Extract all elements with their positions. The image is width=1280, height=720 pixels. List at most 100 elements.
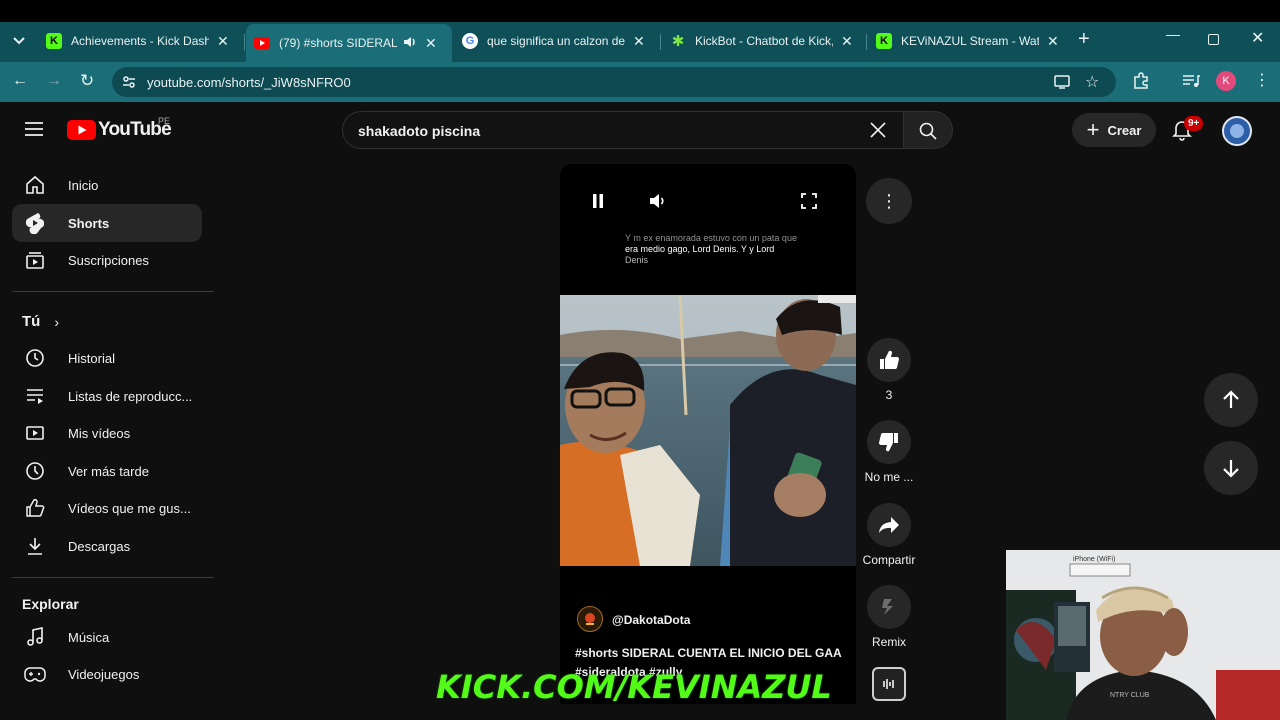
reload-icon[interactable]: ↻ xyxy=(80,71,94,91)
channel-avatar[interactable] xyxy=(577,606,603,632)
share-icon xyxy=(867,503,911,547)
remix-icon xyxy=(867,585,911,629)
tab-kevinazul-stream[interactable]: K KEViNAZUL Stream - Watch ✕ xyxy=(868,24,1072,58)
hamburger-menu-icon[interactable] xyxy=(24,121,44,142)
site-info-icon[interactable] xyxy=(121,74,137,95)
sidebar-item-label: Inicio xyxy=(68,177,99,193)
profile-avatar[interactable]: K xyxy=(1216,71,1236,91)
liked-icon xyxy=(24,497,46,519)
account-avatar[interactable] xyxy=(1222,116,1252,146)
extensions-icon[interactable] xyxy=(1132,72,1150,95)
sidebar-item-watch-later[interactable]: Ver más tarde xyxy=(12,452,202,490)
tab-title: Achievements - Kick Dashbo xyxy=(71,34,209,48)
restore-icon[interactable] xyxy=(1208,34,1219,45)
url-text[interactable]: youtube.com/shorts/_JiW8sNFRO0 xyxy=(147,75,351,90)
sidebar-explore-heading: Explorar xyxy=(22,596,79,612)
forward-icon[interactable]: → xyxy=(46,72,62,90)
tab-title: que significa un calzon de m xyxy=(487,34,625,48)
search-icon xyxy=(919,122,937,140)
music-icon xyxy=(24,626,46,648)
close-icon[interactable]: ✕ xyxy=(1047,33,1059,50)
history-icon xyxy=(24,347,46,369)
new-tab-icon[interactable]: + xyxy=(1078,28,1090,51)
youtube-logo[interactable]: YouTube xyxy=(67,119,172,141)
browser-menu-icon[interactable]: ⋮ xyxy=(1254,70,1270,90)
share-button[interactable]: Compartir xyxy=(853,503,925,567)
sidebar-item-label: Música xyxy=(68,629,110,645)
like-count: 3 xyxy=(885,388,893,402)
sidebar-item-gaming[interactable]: Videojuegos xyxy=(12,655,202,693)
tab-kick-dashboard[interactable]: K Achievements - Kick Dashbo ✕ xyxy=(38,24,245,58)
window-close-icon[interactable]: ✕ xyxy=(1251,28,1264,48)
video-caption: Y m ex enamorada estuvo con un pata que … xyxy=(625,233,825,266)
sound-thumbnail-icon[interactable] xyxy=(872,667,906,701)
omnibox[interactable]: youtube.com/shorts/_JiW8sNFRO0 ☆ xyxy=(112,67,1116,97)
close-icon[interactable]: ✕ xyxy=(425,35,437,52)
sidebar-item-shorts[interactable]: Shorts xyxy=(12,204,202,242)
sidebar-item-subscriptions[interactable]: Suscripciones xyxy=(12,241,202,279)
bookmark-star-icon[interactable]: ☆ xyxy=(1085,72,1099,92)
next-short-button[interactable] xyxy=(1204,441,1258,495)
subscriptions-icon xyxy=(24,249,46,271)
sidebar-item-playlists[interactable]: Listas de reproducc... xyxy=(12,377,202,415)
kick-icon: K xyxy=(46,33,62,49)
sidebar-item-label: Suscripciones xyxy=(68,252,149,268)
sidebar-item-my-videos[interactable]: Mis vídeos xyxy=(12,414,202,452)
sidebar-item-music[interactable]: Música xyxy=(12,618,202,656)
close-icon[interactable]: ✕ xyxy=(217,33,229,50)
more-options-icon[interactable]: ⋮ xyxy=(866,178,912,224)
caption-line: era medio gago, Lord Denis. Y y Lord xyxy=(625,244,775,254)
sidebar-item-liked-videos[interactable]: Vídeos que me gus... xyxy=(12,489,202,527)
like-button[interactable]: 3 xyxy=(859,338,919,402)
dislike-label: No me ... xyxy=(864,470,914,484)
share-label: Compartir xyxy=(862,553,916,567)
channel-name[interactable]: @DakotaDota xyxy=(612,613,690,627)
sidebar-item-label: Mis vídeos xyxy=(68,425,131,441)
playlists-icon xyxy=(24,385,46,407)
previous-short-button[interactable] xyxy=(1204,373,1258,427)
tab-google-search[interactable]: G que significa un calzon de m ✕ xyxy=(454,24,661,58)
kickbot-icon: ✱ xyxy=(671,33,685,50)
sidebar-item-label: Vídeos que me gus... xyxy=(68,500,191,516)
tab-title: KEViNAZUL Stream - Watch xyxy=(901,34,1039,48)
back-icon[interactable]: ← xyxy=(12,72,28,90)
volume-icon[interactable] xyxy=(648,192,668,215)
thumbs-up-icon xyxy=(867,338,911,382)
remix-label: Remix xyxy=(871,635,906,649)
shorts-player[interactable]: Y m ex enamorada estuvo con un pata que … xyxy=(560,164,856,704)
webcam-overlay: iPhone (WiFi) NTRY CLUB xyxy=(1006,550,1280,720)
sidebar-item-downloads[interactable]: Descargas xyxy=(12,527,202,565)
minimize-icon[interactable]: — xyxy=(1166,26,1180,42)
remix-button[interactable]: Remix xyxy=(859,585,919,649)
dislike-button[interactable]: No me ... xyxy=(859,420,919,484)
speaker-icon[interactable] xyxy=(403,36,417,51)
cast-icon[interactable] xyxy=(1054,74,1070,95)
home-icon xyxy=(24,174,46,196)
pause-icon[interactable] xyxy=(592,194,604,213)
tab-youtube-shorts[interactable]: (79) #shorts SIDERAL CU ✕ xyxy=(246,24,452,62)
fullscreen-icon[interactable] xyxy=(801,193,817,214)
webcam-source-label: iPhone (WiFi) xyxy=(1073,556,1116,563)
kick-icon: K xyxy=(876,33,892,49)
clear-search-icon[interactable] xyxy=(869,121,887,144)
sidebar-you-heading[interactable]: Tú › xyxy=(22,313,59,330)
tab-search-icon[interactable] xyxy=(8,30,30,52)
sidebar-item-label: Descargas xyxy=(68,538,131,554)
search-input[interactable]: shakadoto piscina xyxy=(342,111,904,149)
create-label: Crear xyxy=(1107,122,1142,138)
tab-kickbot[interactable]: ✱ KickBot - Chatbot de Kick, al ✕ xyxy=(662,24,867,58)
media-controls-icon[interactable] xyxy=(1182,73,1200,94)
tab-title: (79) #shorts SIDERAL CU xyxy=(279,36,397,50)
sidebar-item-label: Listas de reproducc... xyxy=(68,388,193,404)
close-icon[interactable]: ✕ xyxy=(633,33,645,50)
search-button[interactable] xyxy=(903,111,953,149)
close-icon[interactable]: ✕ xyxy=(841,33,853,50)
address-toolbar: ← → ↻ youtube.com/shorts/_JiW8sNFRO0 ☆ K… xyxy=(0,62,1280,102)
create-button[interactable]: + Crear xyxy=(1072,113,1156,147)
sidebar-divider xyxy=(12,291,214,292)
country-code: PE xyxy=(158,116,171,126)
thumbs-down-icon xyxy=(867,420,911,464)
sidebar-item-history[interactable]: Historial xyxy=(12,339,202,377)
sidebar-item-home[interactable]: Inicio xyxy=(12,166,202,204)
video-frame[interactable] xyxy=(560,295,856,566)
